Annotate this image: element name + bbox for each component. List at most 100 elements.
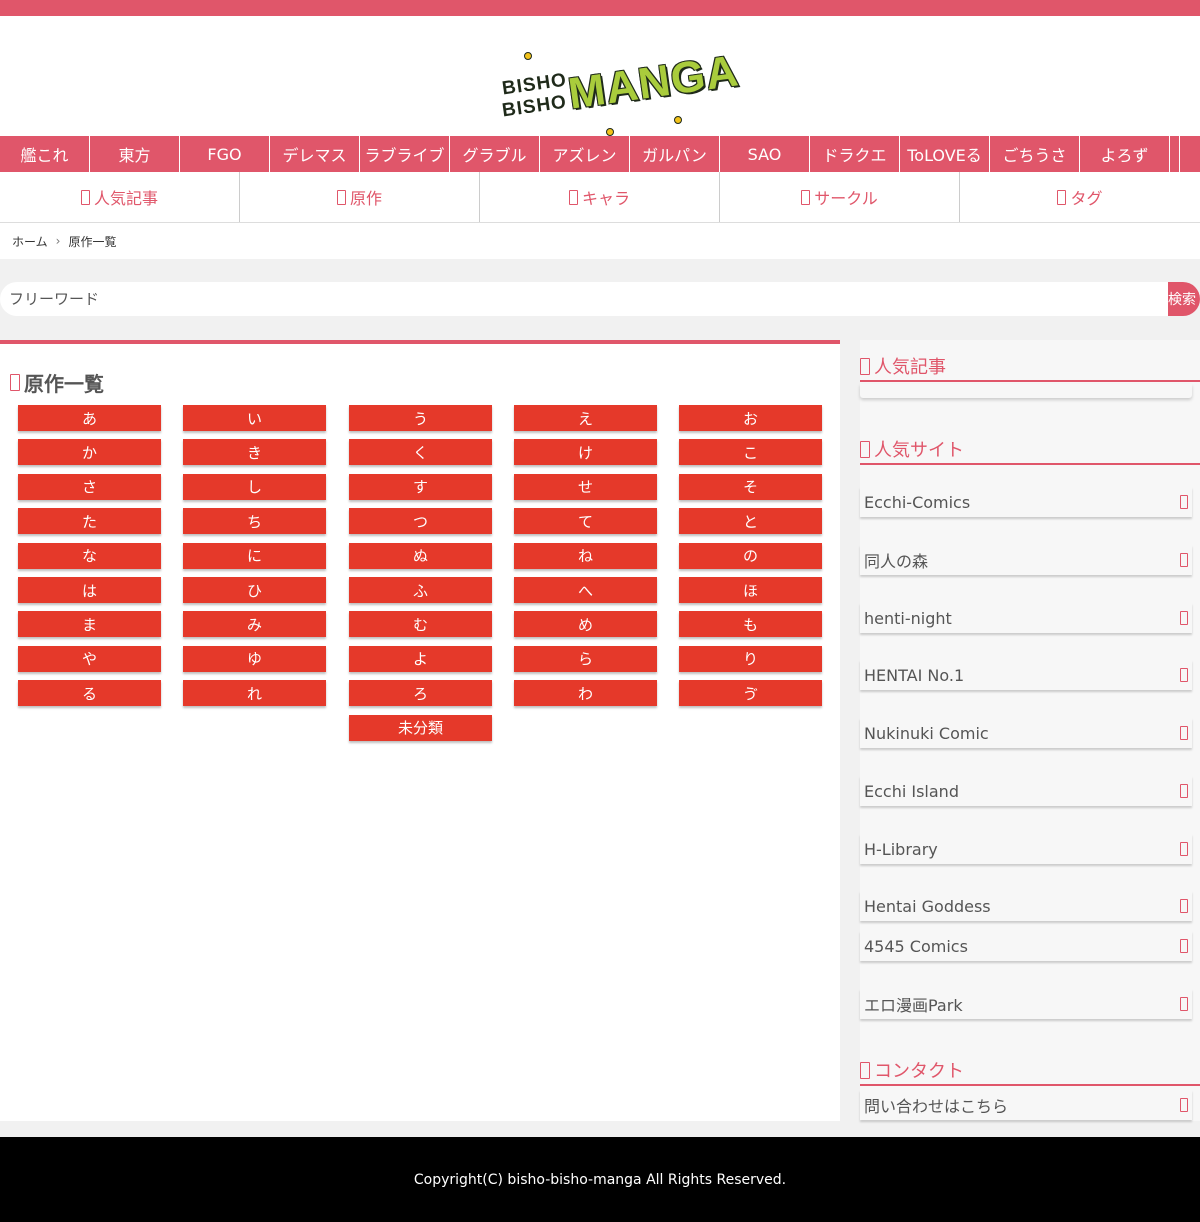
subnav-label: 人気記事 — [93, 189, 158, 208]
kana-button[interactable]: め — [514, 611, 657, 638]
kana-button[interactable]: お — [679, 405, 822, 431]
kana-button[interactable]: せ — [514, 473, 657, 500]
kana-button[interactable]: よ — [349, 645, 492, 672]
genre-tab[interactable]: ごちうさ — [990, 136, 1080, 172]
sidebar-site-link[interactable]: Hentai Goddess — [860, 891, 1192, 921]
sidebar-site-link[interactable]: henti-night — [860, 603, 1192, 633]
sidebar-site-link[interactable]: 4545 Comics — [860, 931, 1192, 961]
subnav-character[interactable]: キャラ — [480, 172, 720, 222]
kana-button[interactable]: な — [18, 542, 161, 569]
kana-button[interactable]: き — [183, 439, 326, 466]
kana-button[interactable]: あ — [18, 405, 161, 431]
genre-tab[interactable]: アズレン — [540, 136, 630, 172]
kana-button[interactable]: す — [349, 473, 492, 500]
kana-button[interactable]: そ — [679, 473, 822, 500]
search-input[interactable] — [0, 282, 1168, 316]
sidebar-heading-text: コンタクト — [874, 1061, 964, 1082]
kana-button[interactable]: て — [514, 508, 657, 535]
kana-button[interactable]: ね — [514, 542, 657, 569]
kana-button[interactable]: ひ — [183, 577, 326, 603]
kana-button[interactable]: う — [349, 405, 492, 431]
kana-button[interactable]: わ — [514, 680, 657, 707]
sidebar-site-link[interactable]: HENTAI No.1 — [860, 660, 1192, 690]
site-logo[interactable]: BISHO BISHO MANGA — [498, 46, 742, 142]
kana-button[interactable]: ろ — [349, 680, 492, 707]
kana-button[interactable]: た — [18, 508, 161, 535]
kana-button[interactable]: も — [679, 611, 822, 638]
sidebar-site-link[interactable]: Nukinuki Comic — [860, 718, 1192, 748]
subnav-label: キャラ — [581, 189, 630, 208]
kana-button[interactable]: や — [18, 645, 161, 672]
sidebar-site-link[interactable]: エロ漫画Park — [860, 989, 1192, 1019]
sidebar-heading-text: 人気記事 — [874, 357, 946, 378]
sidebar-site-link[interactable]: Ecchi-Comics — [860, 487, 1192, 517]
sidebar-item-label: Ecchi-Comics — [864, 492, 971, 512]
genre-tab[interactable]: グラブル — [450, 136, 540, 172]
kana-button[interactable]: ほ — [679, 577, 822, 603]
kana-button[interactable]: え — [514, 405, 657, 431]
subnav-popular[interactable]: 人気記事 — [0, 172, 240, 222]
kana-button[interactable]: む — [349, 611, 492, 638]
subnav-circle[interactable]: サークル — [720, 172, 960, 222]
logo-dot — [524, 52, 532, 60]
kana-button[interactable]: さ — [18, 473, 161, 500]
kana-button-uncategorized[interactable]: 未分類 — [349, 714, 492, 741]
genre-tab[interactable]: ToLOVEる — [900, 136, 990, 172]
kana-button[interactable]: り — [679, 645, 822, 672]
genre-tab[interactable]: SAO — [720, 136, 810, 172]
kana-button[interactable]: く — [349, 439, 492, 466]
kana-button[interactable]: れ — [183, 680, 326, 707]
sidebar-popular-list — [860, 384, 1192, 398]
external-link-icon — [1180, 726, 1188, 740]
external-link-icon — [1180, 842, 1188, 856]
sidebar-item-label: Nukinuki Comic — [864, 723, 989, 743]
kana-button[interactable]: こ — [679, 439, 822, 466]
kana-button[interactable]: い — [183, 405, 326, 431]
subnav-tag[interactable]: タグ — [960, 172, 1200, 222]
kana-button[interactable]: け — [514, 439, 657, 466]
logo-dot — [674, 116, 682, 124]
breadcrumb-home[interactable]: ホーム — [12, 233, 48, 250]
logo-dot — [606, 128, 614, 136]
kana-button[interactable]: ゆ — [183, 645, 326, 672]
sidebar-contact-heading: コンタクト — [860, 1056, 1200, 1086]
kana-button[interactable]: へ — [514, 577, 657, 603]
external-link-icon — [1180, 939, 1188, 953]
sidebar-site-link[interactable]: Ecchi Island — [860, 776, 1192, 806]
genre-tab[interactable]: デレマス — [270, 136, 360, 172]
kana-button[interactable]: つ — [349, 508, 492, 535]
genre-tab[interactable]: FGO — [180, 136, 270, 172]
genre-tab[interactable]: ドラクエ — [810, 136, 900, 172]
sidebar-popular-heading: 人気記事 — [860, 352, 1200, 382]
kana-button[interactable]: る — [18, 680, 161, 707]
sidebar-item-label: エロ漫画Park — [864, 996, 963, 1015]
sidebar-item-label: henti-night — [864, 608, 952, 628]
sidebar-item-label: Hentai Goddess — [864, 896, 991, 916]
kana-button[interactable]: か — [18, 439, 161, 466]
kana-button[interactable]: と — [679, 508, 822, 535]
kana-button[interactable]: ら — [514, 645, 657, 672]
sidebar-site-link[interactable]: 同人の森 — [860, 545, 1192, 575]
kana-button[interactable]: ぬ — [349, 542, 492, 569]
kana-button[interactable]: ふ — [349, 577, 492, 603]
subnav-original[interactable]: 原作 — [240, 172, 480, 222]
kana-button[interactable]: に — [183, 542, 326, 569]
genre-tab[interactable]: ラブライブ — [360, 136, 450, 172]
kana-button[interactable]: ゔ — [679, 680, 822, 707]
kana-button[interactable]: し — [183, 473, 326, 500]
genre-tab[interactable]: ガルパン — [630, 136, 720, 172]
genre-tab[interactable]: 艦これ — [0, 136, 90, 172]
sidebar-sites-heading: 人気サイト — [860, 435, 1200, 465]
kana-button[interactable]: の — [679, 542, 822, 569]
kana-button[interactable]: み — [183, 611, 326, 638]
sidebar-site-link[interactable]: H-Library — [860, 834, 1192, 864]
kana-button[interactable]: は — [18, 577, 161, 603]
sidebar-contact-link[interactable]: 問い合わせはこちら — [860, 1090, 1192, 1120]
search-button[interactable]: 検索 — [1168, 282, 1200, 316]
genre-tab[interactable]: よろず — [1080, 136, 1170, 172]
kana-button[interactable]: ま — [18, 611, 161, 638]
book-icon — [336, 189, 346, 205]
genre-tab[interactable]: 東方 — [90, 136, 180, 172]
search-bar: 検索 — [0, 282, 1200, 316]
kana-button[interactable]: ち — [183, 508, 326, 535]
